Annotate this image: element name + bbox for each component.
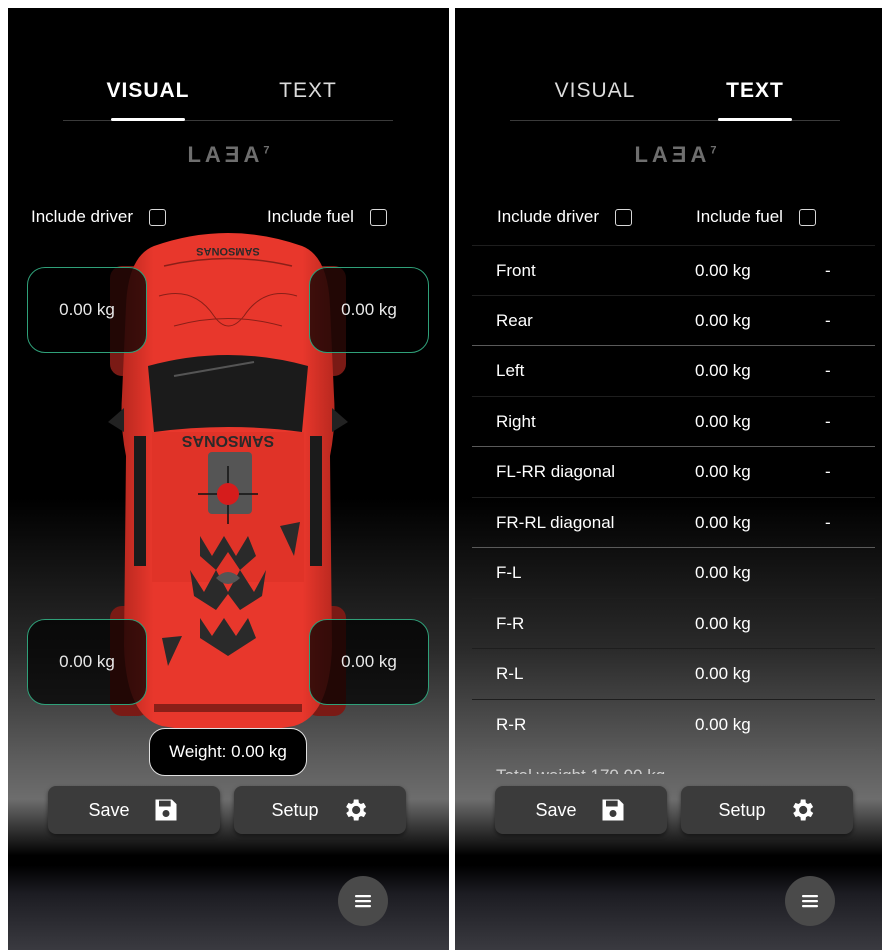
right-mirror	[332, 408, 348, 432]
table-row: R-L 0.00 kg	[472, 648, 875, 699]
tab-text[interactable]: TEXT	[233, 74, 383, 120]
tab-visual[interactable]: VISUAL	[73, 74, 223, 121]
total-weight-badge: Weight: 0.00 kg	[149, 728, 307, 776]
include-fuel-checkbox[interactable]	[369, 208, 387, 226]
gear-icon	[792, 799, 813, 821]
table-row-partial-text: Total weight 170.00 kg	[496, 762, 665, 774]
gear-icon	[345, 799, 366, 821]
visual-screen: VISUAL TEXT LAƎA7 Include driver Include…	[8, 8, 449, 950]
tab-bar: VISUAL TEXT	[63, 74, 393, 121]
include-fuel-label: Include fuel	[696, 207, 783, 226]
rear-left-weight[interactable]: 0.00 kg	[27, 619, 147, 705]
include-fuel-label: Include fuel	[267, 207, 354, 226]
hood-sponsor-text: SAMSONAS	[196, 245, 260, 257]
save-button[interactable]: Save	[48, 786, 220, 834]
setup-button[interactable]: Setup	[681, 786, 853, 834]
table-row: R-R 0.00 kg	[472, 699, 875, 750]
left-mirror	[108, 408, 124, 432]
table-row: FR-RL diagonal 0.00 kg -	[472, 497, 875, 548]
save-icon	[155, 799, 177, 821]
center-of-gravity-marker	[217, 483, 239, 505]
include-driver-option[interactable]: Include driver	[497, 204, 633, 230]
brand-logo: LAƎA7	[187, 142, 270, 167]
tab-bar: VISUAL TEXT	[510, 74, 840, 121]
table-row: Rear 0.00 kg -	[472, 295, 875, 346]
setup-button[interactable]: Setup	[234, 786, 406, 834]
tab-visual[interactable]: VISUAL	[520, 74, 670, 120]
table-row: Right 0.00 kg -	[472, 396, 875, 447]
save-icon	[602, 799, 624, 821]
front-left-weight[interactable]: 0.00 kg	[27, 267, 147, 353]
hamburger-menu-icon	[355, 895, 371, 908]
table-row: F-R 0.00 kg	[472, 598, 875, 649]
rear-right-weight[interactable]: 0.00 kg	[309, 619, 429, 705]
roof-sponsor-text: SAMSONAS	[181, 432, 274, 449]
table-row: FL-RR diagonal 0.00 kg -	[472, 446, 875, 497]
menu-button[interactable]	[338, 876, 388, 926]
include-fuel-checkbox[interactable]	[798, 208, 816, 226]
hamburger-menu-icon	[802, 895, 818, 908]
include-driver-label: Include driver	[31, 207, 134, 226]
brand-logo: LAƎA7	[634, 142, 717, 167]
text-screen: VISUAL TEXT LAƎA7 Include driver Include…	[455, 8, 882, 950]
front-right-weight[interactable]: 0.00 kg	[309, 267, 429, 353]
include-driver-label: Include driver	[497, 207, 600, 226]
table-row: F-L 0.00 kg	[472, 547, 875, 598]
include-driver-checkbox[interactable]	[149, 208, 167, 226]
table-row: Left 0.00 kg -	[472, 345, 875, 396]
include-fuel-option[interactable]: Include fuel	[696, 204, 816, 230]
include-driver-checkbox[interactable]	[615, 208, 633, 226]
tab-text[interactable]: TEXT	[680, 74, 830, 121]
save-button[interactable]: Save	[495, 786, 667, 834]
menu-button[interactable]	[785, 876, 835, 926]
table-row: Front 0.00 kg -	[472, 245, 875, 296]
